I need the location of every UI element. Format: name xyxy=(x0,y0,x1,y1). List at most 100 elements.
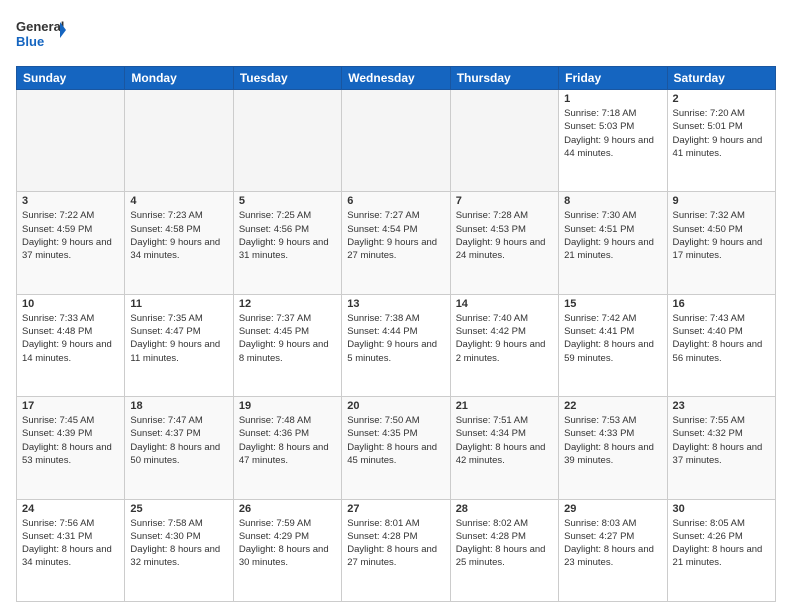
day-info-line: Sunrise: 7:50 AM xyxy=(347,414,444,427)
calendar-cell xyxy=(17,90,125,192)
day-info-line: Sunset: 4:36 PM xyxy=(239,427,336,440)
day-info: Sunrise: 7:28 AMSunset: 4:53 PMDaylight:… xyxy=(456,209,553,262)
day-number: 29 xyxy=(564,503,661,515)
weekday-header-monday: Monday xyxy=(125,67,233,90)
day-info-line: Daylight: 9 hours and 5 minutes. xyxy=(347,338,444,365)
day-info-line: Sunset: 4:40 PM xyxy=(673,325,770,338)
day-info: Sunrise: 7:56 AMSunset: 4:31 PMDaylight:… xyxy=(22,517,119,570)
day-number: 23 xyxy=(673,400,770,412)
day-info-line: Sunset: 4:48 PM xyxy=(22,325,119,338)
day-info-line: Sunrise: 7:58 AM xyxy=(130,517,227,530)
calendar-table: SundayMondayTuesdayWednesdayThursdayFrid… xyxy=(16,66,776,602)
day-info-line: Daylight: 9 hours and 27 minutes. xyxy=(347,236,444,263)
day-info-line: Daylight: 9 hours and 31 minutes. xyxy=(239,236,336,263)
calendar-cell: 11Sunrise: 7:35 AMSunset: 4:47 PMDayligh… xyxy=(125,294,233,396)
day-info-line: Sunset: 4:30 PM xyxy=(130,530,227,543)
day-info-line: Daylight: 9 hours and 37 minutes. xyxy=(22,236,119,263)
calendar-week-row: 1Sunrise: 7:18 AMSunset: 5:03 PMDaylight… xyxy=(17,90,776,192)
day-info-line: Sunset: 4:28 PM xyxy=(347,530,444,543)
day-number: 28 xyxy=(456,503,553,515)
day-number: 12 xyxy=(239,298,336,310)
calendar-cell: 12Sunrise: 7:37 AMSunset: 4:45 PMDayligh… xyxy=(233,294,341,396)
day-info-line: Sunset: 4:34 PM xyxy=(456,427,553,440)
day-info-line: Sunrise: 7:23 AM xyxy=(130,209,227,222)
day-info: Sunrise: 7:48 AMSunset: 4:36 PMDaylight:… xyxy=(239,414,336,467)
day-info-line: Daylight: 9 hours and 24 minutes. xyxy=(456,236,553,263)
day-info-line: Sunrise: 7:37 AM xyxy=(239,312,336,325)
day-info: Sunrise: 7:53 AMSunset: 4:33 PMDaylight:… xyxy=(564,414,661,467)
calendar-header-row: SundayMondayTuesdayWednesdayThursdayFrid… xyxy=(17,67,776,90)
day-info-line: Daylight: 8 hours and 42 minutes. xyxy=(456,441,553,468)
day-info-line: Daylight: 8 hours and 30 minutes. xyxy=(239,543,336,570)
day-info-line: Sunrise: 8:01 AM xyxy=(347,517,444,530)
day-info-line: Daylight: 8 hours and 56 minutes. xyxy=(673,338,770,365)
day-info: Sunrise: 8:01 AMSunset: 4:28 PMDaylight:… xyxy=(347,517,444,570)
day-info-line: Sunset: 5:03 PM xyxy=(564,120,661,133)
day-number: 20 xyxy=(347,400,444,412)
day-info-line: Daylight: 8 hours and 50 minutes. xyxy=(130,441,227,468)
day-info-line: Daylight: 8 hours and 47 minutes. xyxy=(239,441,336,468)
calendar-cell: 14Sunrise: 7:40 AMSunset: 4:42 PMDayligh… xyxy=(450,294,558,396)
day-info-line: Sunset: 4:39 PM xyxy=(22,427,119,440)
calendar-cell: 29Sunrise: 8:03 AMSunset: 4:27 PMDayligh… xyxy=(559,499,667,601)
calendar-cell: 5Sunrise: 7:25 AMSunset: 4:56 PMDaylight… xyxy=(233,192,341,294)
day-info-line: Daylight: 8 hours and 37 minutes. xyxy=(673,441,770,468)
day-info-line: Daylight: 8 hours and 53 minutes. xyxy=(22,441,119,468)
day-info-line: Sunrise: 7:40 AM xyxy=(456,312,553,325)
day-info-line: Sunset: 4:32 PM xyxy=(673,427,770,440)
day-info-line: Sunset: 4:37 PM xyxy=(130,427,227,440)
svg-text:Blue: Blue xyxy=(16,34,44,49)
day-info: Sunrise: 7:27 AMSunset: 4:54 PMDaylight:… xyxy=(347,209,444,262)
calendar-cell: 8Sunrise: 7:30 AMSunset: 4:51 PMDaylight… xyxy=(559,192,667,294)
day-info-line: Sunrise: 7:51 AM xyxy=(456,414,553,427)
day-info-line: Sunrise: 7:33 AM xyxy=(22,312,119,325)
day-info-line: Sunrise: 7:42 AM xyxy=(564,312,661,325)
calendar-cell: 22Sunrise: 7:53 AMSunset: 4:33 PMDayligh… xyxy=(559,397,667,499)
day-info-line: Sunrise: 8:05 AM xyxy=(673,517,770,530)
calendar-cell: 20Sunrise: 7:50 AMSunset: 4:35 PMDayligh… xyxy=(342,397,450,499)
logo: General Blue xyxy=(16,16,66,58)
day-number: 21 xyxy=(456,400,553,412)
day-info-line: Daylight: 9 hours and 11 minutes. xyxy=(130,338,227,365)
day-info-line: Sunset: 4:53 PM xyxy=(456,223,553,236)
day-number: 16 xyxy=(673,298,770,310)
calendar-cell: 16Sunrise: 7:43 AMSunset: 4:40 PMDayligh… xyxy=(667,294,775,396)
day-number: 19 xyxy=(239,400,336,412)
day-number: 25 xyxy=(130,503,227,515)
day-info: Sunrise: 8:02 AMSunset: 4:28 PMDaylight:… xyxy=(456,517,553,570)
day-number: 3 xyxy=(22,195,119,207)
day-info-line: Sunrise: 7:48 AM xyxy=(239,414,336,427)
day-info-line: Daylight: 9 hours and 17 minutes. xyxy=(673,236,770,263)
day-info-line: Sunrise: 7:53 AM xyxy=(564,414,661,427)
weekday-header-sunday: Sunday xyxy=(17,67,125,90)
calendar-cell: 7 Sunrise: 7:28 AMSunset: 4:53 PMDaylight… xyxy=(450,192,558,294)
day-info: Sunrise: 7:38 AMSunset: 4:44 PMDaylight:… xyxy=(347,312,444,365)
day-number: 8 xyxy=(564,195,661,207)
day-info: Sunrise: 7:32 AMSunset: 4:50 PMDaylight:… xyxy=(673,209,770,262)
day-info-line: Daylight: 8 hours and 25 minutes. xyxy=(456,543,553,570)
weekday-header-tuesday: Tuesday xyxy=(233,67,341,90)
weekday-header-thursday: Thursday xyxy=(450,67,558,90)
day-info: Sunrise: 7:20 AMSunset: 5:01 PMDaylight:… xyxy=(673,107,770,160)
svg-text:General: General xyxy=(16,19,64,34)
day-info-line: Sunset: 4:58 PM xyxy=(130,223,227,236)
calendar-week-row: 3Sunrise: 7:22 AMSunset: 4:59 PMDaylight… xyxy=(17,192,776,294)
day-number: 5 xyxy=(239,195,336,207)
day-number: 17 xyxy=(22,400,119,412)
day-info: Sunrise: 7:23 AMSunset: 4:58 PMDaylight:… xyxy=(130,209,227,262)
day-info: Sunrise: 8:05 AMSunset: 4:26 PMDaylight:… xyxy=(673,517,770,570)
calendar-cell: 17Sunrise: 7:45 AMSunset: 4:39 PMDayligh… xyxy=(17,397,125,499)
day-info-line: Sunrise: 7:20 AM xyxy=(673,107,770,120)
calendar-cell xyxy=(125,90,233,192)
day-info-line: Sunrise: 7:55 AM xyxy=(673,414,770,427)
day-number: 11 xyxy=(130,298,227,310)
day-info-line: Sunset: 4:27 PM xyxy=(564,530,661,543)
calendar-cell: 10Sunrise: 7:33 AMSunset: 4:48 PMDayligh… xyxy=(17,294,125,396)
day-info-line: Sunset: 4:33 PM xyxy=(564,427,661,440)
day-number: 7 xyxy=(456,195,553,207)
day-number: 27 xyxy=(347,503,444,515)
day-info-line: Sunset: 4:47 PM xyxy=(130,325,227,338)
day-info-line: Sunrise: 7:47 AM xyxy=(130,414,227,427)
day-info-line: Daylight: 8 hours and 45 minutes. xyxy=(347,441,444,468)
calendar-cell: 6Sunrise: 7:27 AMSunset: 4:54 PMDaylight… xyxy=(342,192,450,294)
